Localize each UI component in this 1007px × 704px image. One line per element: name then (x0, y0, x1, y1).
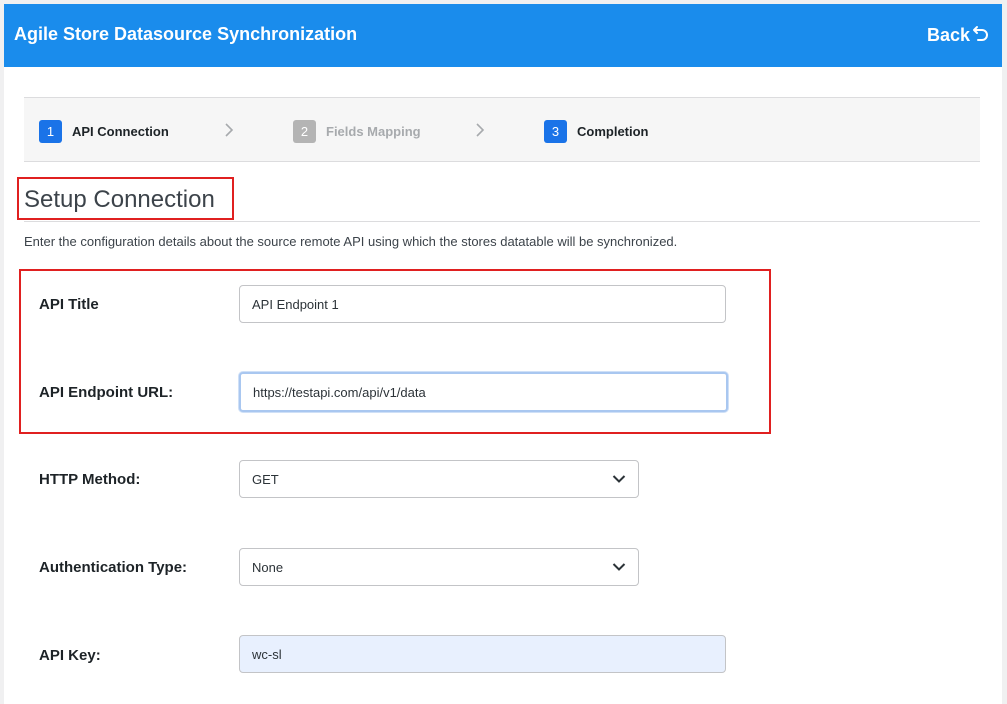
chevron-right-icon (225, 123, 234, 137)
wizard-steps: 1 API Connection 2 Fields Mapping 3 Comp… (24, 97, 980, 162)
api-url-input[interactable]: https://testapi.com/api/v1/data (239, 372, 728, 412)
chevron-down-icon (612, 475, 626, 483)
section-description: Enter the configuration details about th… (24, 234, 678, 249)
step-number: 3 (544, 120, 567, 143)
api-title-value: API Endpoint 1 (252, 296, 339, 312)
step-number: 2 (293, 120, 316, 143)
api-title-input[interactable]: API Endpoint 1 (239, 285, 726, 323)
http-method-label: HTTP Method: (39, 471, 141, 488)
auth-type-label: Authentication Type: (39, 559, 188, 576)
api-key-label: API Key: (39, 647, 101, 664)
step-label: Completion (577, 124, 649, 139)
api-key-input[interactable]: wc-sl (239, 635, 726, 673)
auth-type-select[interactable]: None (239, 548, 639, 586)
http-method-select[interactable]: GET (239, 460, 639, 498)
api-url-label: API Endpoint URL: (39, 384, 174, 401)
step-fields-mapping[interactable]: 2 Fields Mapping (293, 120, 421, 143)
step-label: Fields Mapping (326, 124, 421, 139)
page-title: Agile Store Datasource Synchronization (14, 24, 358, 44)
section-title: Setup Connection (24, 186, 215, 213)
auth-type-value: None (252, 559, 284, 575)
chevron-down-icon (612, 563, 626, 571)
step-label: API Connection (72, 124, 169, 139)
api-key-value: wc-sl (252, 646, 282, 662)
back-label: Back (926, 25, 970, 45)
header-bar: Agile Store Datasource Synchronization B… (4, 4, 1002, 67)
divider (24, 221, 980, 222)
api-url-value: https://testapi.com/api/v1/data (253, 384, 426, 400)
chevron-right-icon (476, 123, 485, 137)
http-method-value: GET (252, 471, 279, 487)
sync-panel: Agile Store Datasource Synchronization B… (4, 4, 1002, 704)
api-title-label: API Title (39, 296, 99, 313)
step-api-connection[interactable]: 1 API Connection (39, 120, 169, 143)
back-button[interactable]: Back (927, 24, 990, 47)
step-completion[interactable]: 3 Completion (544, 120, 649, 143)
step-number: 1 (39, 120, 62, 143)
undo-arrow-icon (972, 24, 990, 47)
